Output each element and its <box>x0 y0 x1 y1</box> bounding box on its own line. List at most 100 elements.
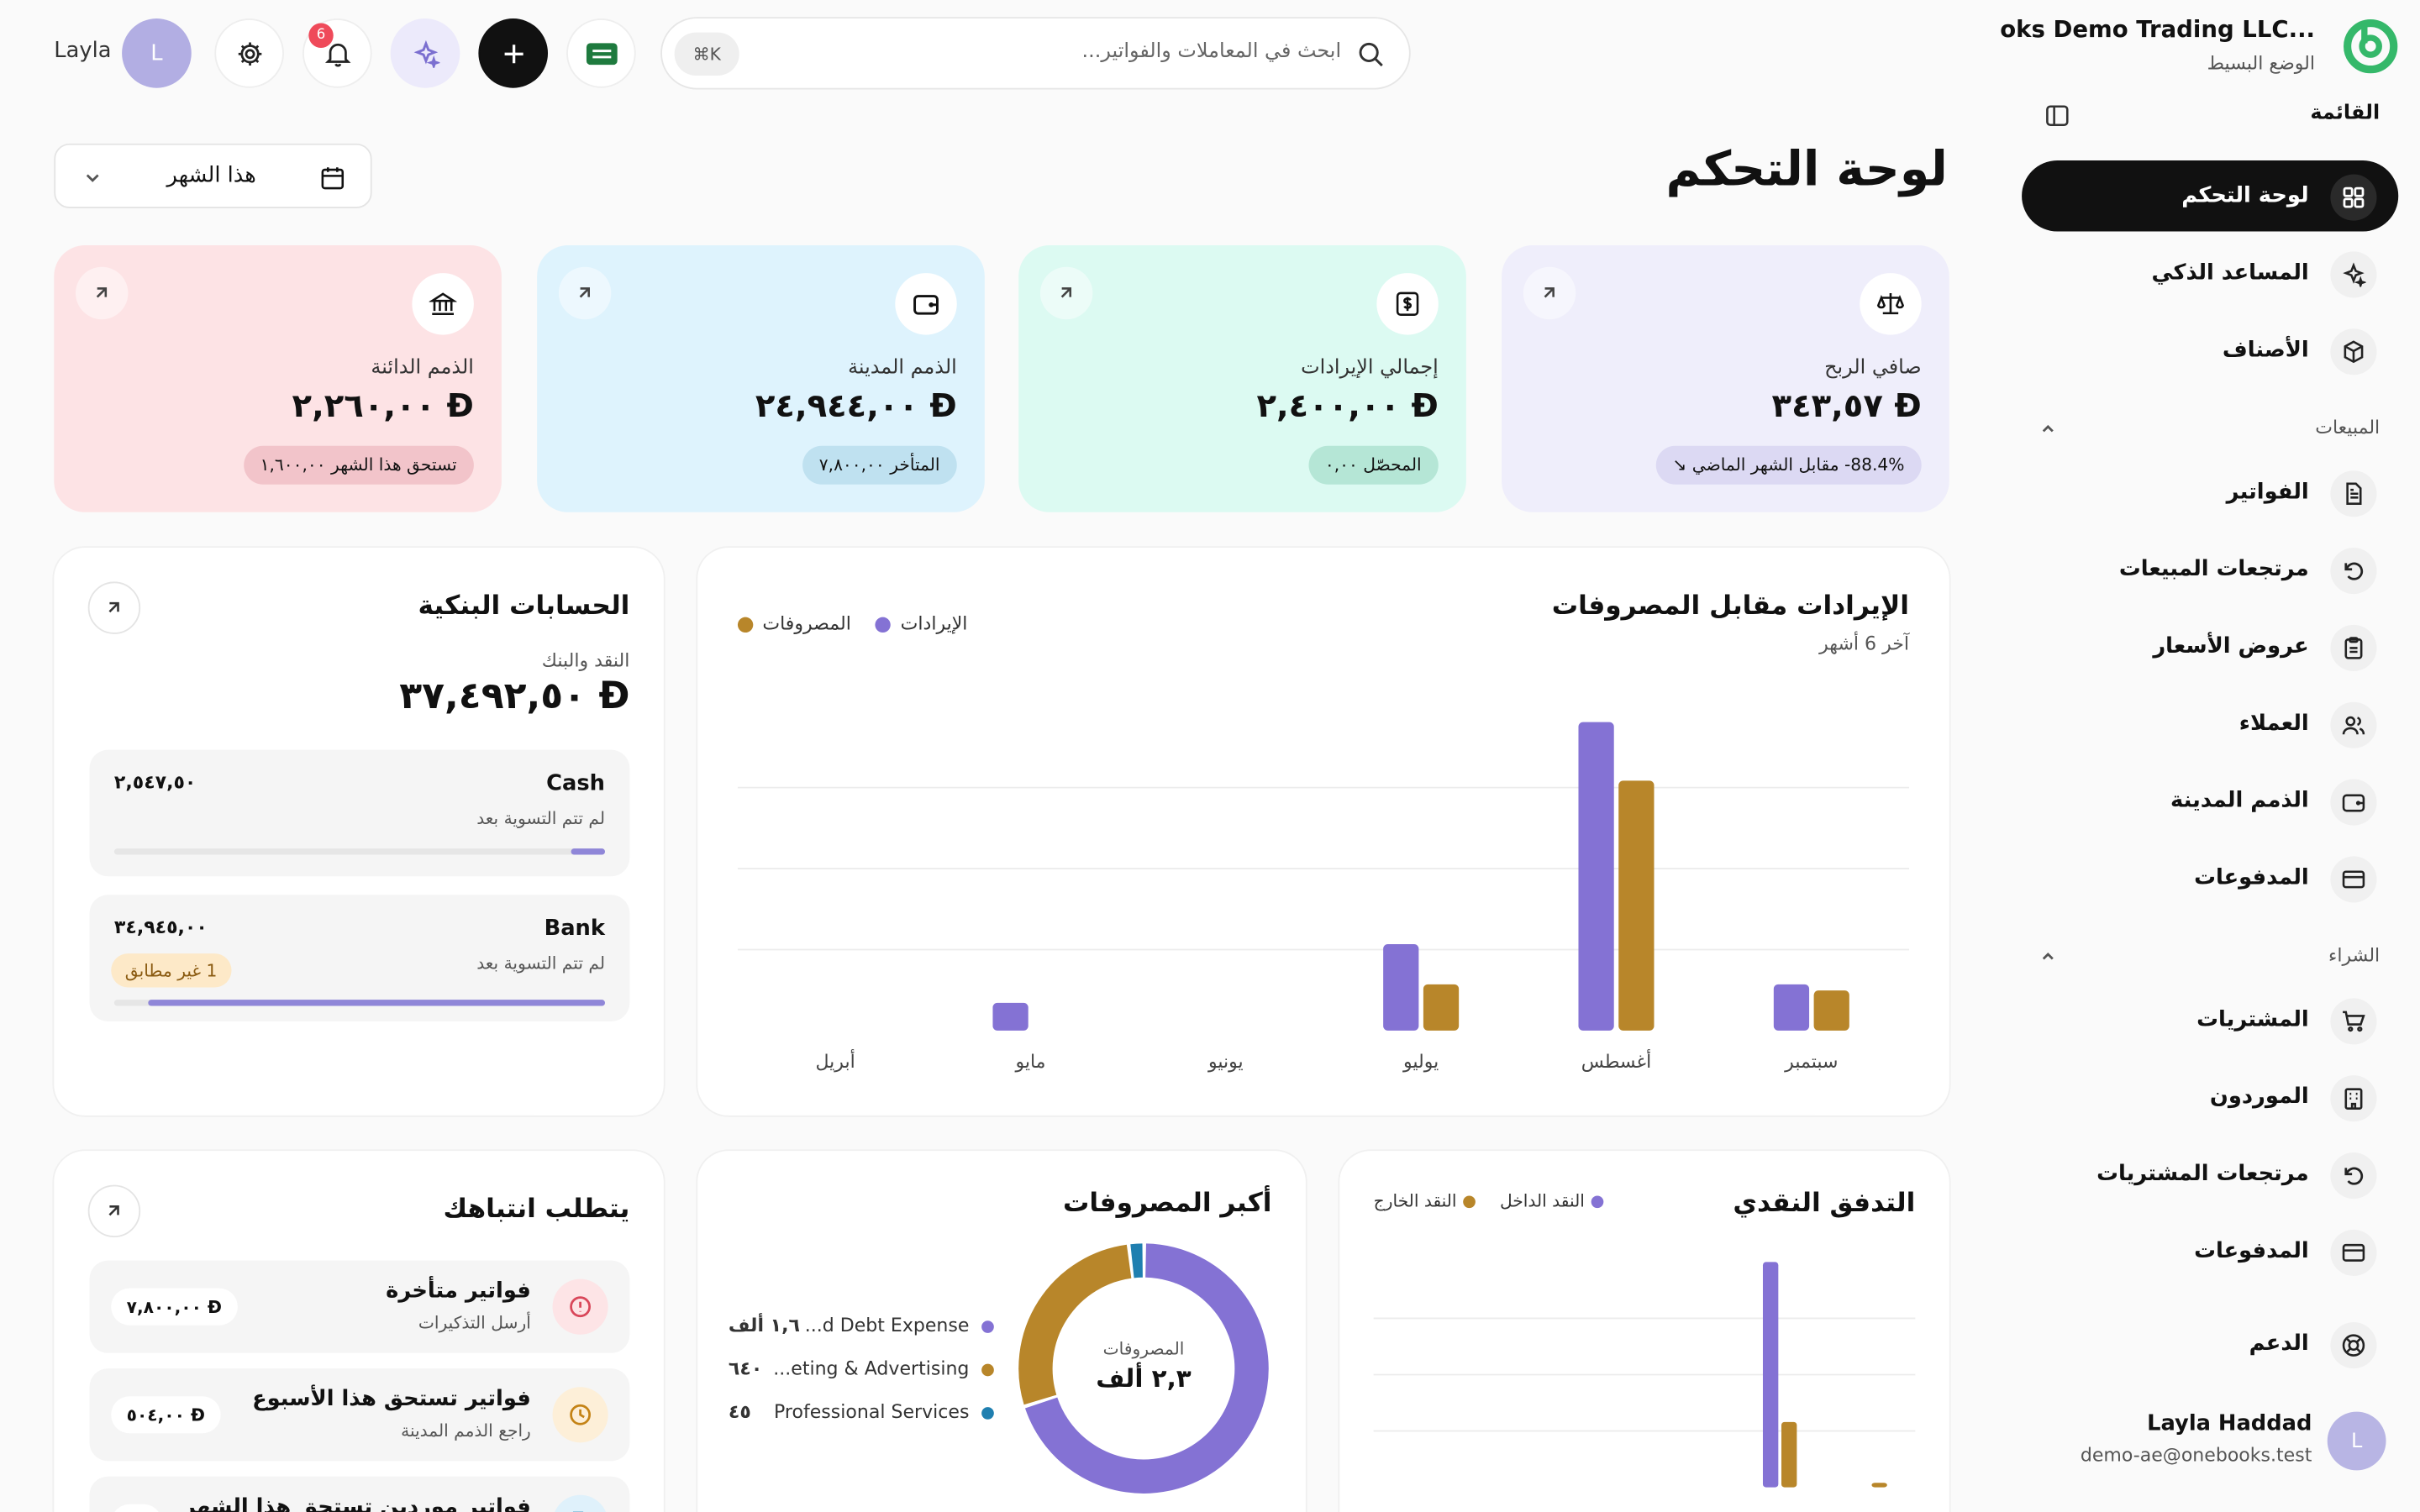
account-row-bank[interactable]: Bank لم تتم التسوية بعد ٣٤,٩٤٥,٠٠ 1 غير … <box>89 895 630 1021</box>
plus-icon <box>501 41 525 66</box>
kpi-value: Ð ٢,٤٠٠,٠٠ <box>1256 387 1438 424</box>
amount-value: ٧,٨٠٠,٠٠ <box>126 1296 202 1317</box>
unmatched-badge: 1 غير مطابق <box>111 953 231 988</box>
bank-icon <box>412 273 474 335</box>
attention-title: يتطلب انتباهك <box>443 1194 630 1226</box>
attention-item-action[interactable]: راجع الذمم المدينة <box>401 1421 531 1441</box>
expense-name: Professional Services <box>774 1400 970 1423</box>
attention-amount: Ð ٥٠٤,٠٠ <box>111 1396 221 1434</box>
kpi-value: Ð ٢٤,٩٤٤,٠٠ <box>755 387 957 424</box>
users-icon <box>2330 701 2377 748</box>
alert-icon <box>552 1278 608 1335</box>
top-expenses-card: أكبر المصروفات المصروفات ٢,٣ ألف ...d De… <box>697 1151 1306 1512</box>
expense-legend-item: Professional Services ٤٥ <box>729 1401 994 1425</box>
x-tick-label: مايو <box>1014 1052 1045 1073</box>
kpi-pill-text: ‎-88.4%‏ مقابل الشهر الماضي <box>1691 454 1905 475</box>
donut-slice <box>1130 1243 1144 1278</box>
clock-icon <box>552 1387 608 1443</box>
sidebar-item-ai-assistant[interactable]: المساعد الذكي <box>2022 238 2398 308</box>
sidebar-item-support[interactable]: الدعم <box>2022 1309 2398 1379</box>
expand-arrow-icon[interactable] <box>558 266 612 320</box>
attention-amount: Ð <box>111 1504 162 1512</box>
x-tick-label: أغسطس <box>1581 1049 1651 1073</box>
progress-fill <box>148 1000 605 1006</box>
date-range-label: هذا الشهر <box>166 163 256 189</box>
x-tick-label: أبريل <box>815 1049 855 1073</box>
company-name[interactable]: ...oks Demo Trading LLC <box>2000 15 2315 43</box>
avatar[interactable]: L <box>122 18 192 88</box>
sidebar-item-items[interactable]: الأصناف <box>2022 315 2398 386</box>
notification-badge: 6 <box>308 23 334 48</box>
card-icon <box>2330 856 2377 903</box>
account-status: لم تتم التسوية بعد <box>476 953 605 974</box>
app-logo[interactable] <box>2343 18 2398 74</box>
sidebar-item-purchase-payments[interactable]: المدفوعات <box>2022 1215 2398 1286</box>
file-icon <box>2330 470 2377 517</box>
search-input[interactable]: ابحث في المعاملات والفواتير... ⌘K <box>660 17 1411 90</box>
sidebar-item-customers[interactable]: العملاء <box>2022 688 2398 759</box>
grid-icon <box>2330 174 2377 221</box>
sales-section-label: المبيعات <box>2315 416 2381 438</box>
attention-item-supplier-bills[interactable]: فواتير موردين تستحق هذا الشهر Ð <box>89 1476 630 1512</box>
kpi-receivables-card[interactable]: الذمم المدينة Ð ٢٤,٩٤٤,٠٠ المتأخر ٧,٨٠٠,… <box>537 245 985 512</box>
attention-item-overdue[interactable]: فواتير متأخرة أرسل التذكيرات Ð ٧,٨٠٠,٠٠ <box>89 1260 630 1353</box>
account-status: لم تتم التسوية بعد <box>476 808 605 829</box>
kpi-amount: ٢,٢٦٠,٠٠ <box>292 387 436 425</box>
collapse-sidebar-icon[interactable] <box>2044 102 2071 129</box>
cash-in-bar <box>1762 1262 1779 1488</box>
sidebar-item-label: الأصناف <box>2222 338 2309 363</box>
expand-arrow-icon[interactable] <box>87 1184 141 1238</box>
expand-arrow-icon[interactable] <box>87 581 141 634</box>
sidebar-item-sales-returns[interactable]: مرتجعات المبيعات <box>2022 533 2398 604</box>
expense-bar <box>1618 780 1655 1031</box>
sidebar-item-suppliers[interactable]: الموردون <box>2022 1062 2398 1132</box>
attention-item-title: فواتير موردين تستحق هذا الشهر <box>183 1494 531 1512</box>
account-name: Cash <box>546 771 605 796</box>
avatar[interactable]: L <box>2327 1411 2386 1471</box>
expense-value: ٤٥ <box>728 1400 751 1423</box>
expand-arrow-icon[interactable] <box>1039 266 1093 320</box>
undo-icon <box>2330 1152 2377 1200</box>
revenue-bar <box>1578 722 1614 1031</box>
kpi-revenue-card[interactable]: إجمالي الإيرادات Ð ٢,٤٠٠,٠٠ المحصّل ٠,٠٠ <box>1018 245 1466 512</box>
sidebar-item-payments[interactable]: المدفوعات <box>2022 843 2398 913</box>
legend-swatch <box>981 1363 994 1377</box>
add-button[interactable] <box>478 18 549 88</box>
kpi-overdue-badge: المتأخر ٧,٨٠٠,٠٠ <box>802 445 957 485</box>
sidebar-item-label: المدفوعات <box>2194 1238 2309 1264</box>
account-balance: ٣٤,٩٤٥,٠٠ <box>113 916 208 938</box>
currency-symbol: Ð <box>446 387 474 425</box>
sidebar-item-invoices[interactable]: الفواتير <box>2022 457 2398 528</box>
gear-icon <box>235 39 263 67</box>
chevron-up-icon[interactable] <box>2037 946 2059 968</box>
kpi-net-profit-card[interactable]: صافي الربح Ð ٣٤٣,٥٧ ‎-88.4%‏ مقابل الشهر… <box>1502 245 1949 512</box>
kpi-collected-badge: المحصّل ٠,٠٠ <box>1307 445 1439 485</box>
settings-button[interactable] <box>214 18 284 88</box>
mode-label: الوضع البسيط <box>2207 52 2316 75</box>
user-name: Layla Haddad <box>2147 1411 2312 1436</box>
account-row-cash[interactable]: Cash لم تتم التسوية بعد ٢,٥٤٧,٥٠ <box>89 749 630 877</box>
attention-item-action[interactable]: أرسل التذكيرات <box>418 1313 531 1333</box>
kpi-due-badge: تستحق هذا الشهر ١,٦٠٠,٠٠ <box>243 445 474 485</box>
chevron-up-icon[interactable] <box>2037 418 2059 440</box>
menu-title: القائمة <box>2310 102 2381 125</box>
sidebar-item-purchases[interactable]: المشتريات <box>2022 984 2398 1055</box>
sidebar-item-purchase-returns[interactable]: مرتجعات المشتريات <box>2022 1138 2398 1209</box>
sidebar-item-dashboard[interactable]: لوحة التحكم <box>2022 160 2399 232</box>
calendar-icon <box>318 164 345 192</box>
sidebar-item-label: المساعد الذكي <box>2151 260 2309 286</box>
attention-item-title: فواتير تستحق هذا الأسبوع <box>252 1387 531 1412</box>
attention-item-due-week[interactable]: فواتير تستحق هذا الأسبوع راجع الذمم المد… <box>89 1368 630 1462</box>
expand-arrow-icon[interactable] <box>1523 266 1576 320</box>
expand-arrow-icon[interactable] <box>75 266 129 320</box>
bank-total-amount: ٣٧,٤٩٢,٥٠ <box>399 674 587 718</box>
sidebar-item-quotes[interactable]: عروض الأسعار <box>2022 611 2398 681</box>
sidebar-item-label: لوحة التحكم <box>2181 183 2309 208</box>
kpi-payables-card[interactable]: الذمم الدائنة Ð ٢,٢٦٠,٠٠ تستحق هذا الشهر… <box>54 245 502 512</box>
top-user-name[interactable]: Layla <box>54 39 111 63</box>
ai-assistant-button[interactable] <box>390 18 460 88</box>
bank-card-button[interactable] <box>566 18 636 88</box>
date-range-select[interactable]: هذا الشهر <box>54 143 372 208</box>
sidebar-item-receivables[interactable]: الذمم المدينة <box>2022 765 2398 836</box>
sidebar-item-label: الدعم <box>2249 1331 2309 1357</box>
